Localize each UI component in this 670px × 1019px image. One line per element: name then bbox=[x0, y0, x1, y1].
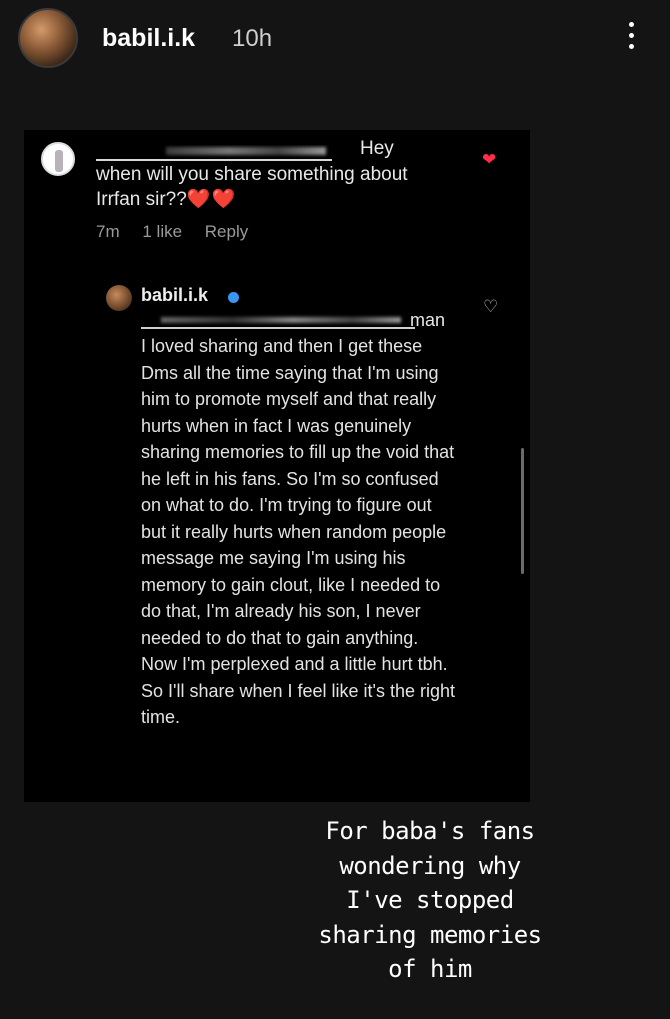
comment-body: when will you share something about Irrf… bbox=[96, 164, 408, 210]
heart-emoji-icon: ❤️❤️ bbox=[186, 189, 237, 210]
reply-mention-redacted bbox=[141, 313, 415, 329]
commenter-username-redacted bbox=[96, 145, 332, 161]
comment-age: 7m bbox=[96, 222, 120, 241]
story-time: 10h bbox=[232, 25, 273, 52]
comment-greeting: Hey bbox=[360, 138, 394, 159]
story-avatar[interactable] bbox=[18, 8, 78, 68]
story-header: babil.i.k 10h bbox=[0, 0, 670, 80]
reply-avatar[interactable] bbox=[106, 285, 132, 311]
scrollbar[interactable] bbox=[521, 448, 524, 574]
caption-line: of him bbox=[388, 955, 472, 983]
heart-outline-icon[interactable]: ♡ bbox=[483, 297, 498, 317]
heart-filled-icon[interactable]: ❤ bbox=[482, 150, 496, 170]
commenter-avatar[interactable] bbox=[41, 142, 75, 176]
reply-username[interactable]: babil.i.k bbox=[141, 285, 208, 306]
caption-line: I've stopped bbox=[346, 886, 514, 914]
story-username[interactable]: babil.i.k bbox=[102, 24, 195, 53]
reply-text: I loved sharing and then I get these Dms… bbox=[141, 336, 456, 727]
reply-button[interactable]: Reply bbox=[205, 222, 248, 241]
caption-line: wondering why bbox=[339, 851, 521, 880]
verified-badge-icon bbox=[228, 292, 239, 303]
comment-screenshot: Hey when will you share something about … bbox=[24, 130, 530, 802]
more-vertical-icon[interactable] bbox=[625, 22, 637, 56]
comment-text: when will you share something about Irrf… bbox=[96, 162, 416, 212]
reply-mention-suffix: man bbox=[410, 310, 446, 330]
caption-line: For baba's fans bbox=[325, 817, 535, 845]
comment-likes[interactable]: 1 like bbox=[142, 222, 182, 241]
story-caption: For baba's fans wondering why I've stopp… bbox=[230, 814, 630, 987]
comment-meta: 7m 1 like Reply bbox=[96, 222, 266, 242]
caption-line: sharing memories bbox=[318, 920, 542, 949]
